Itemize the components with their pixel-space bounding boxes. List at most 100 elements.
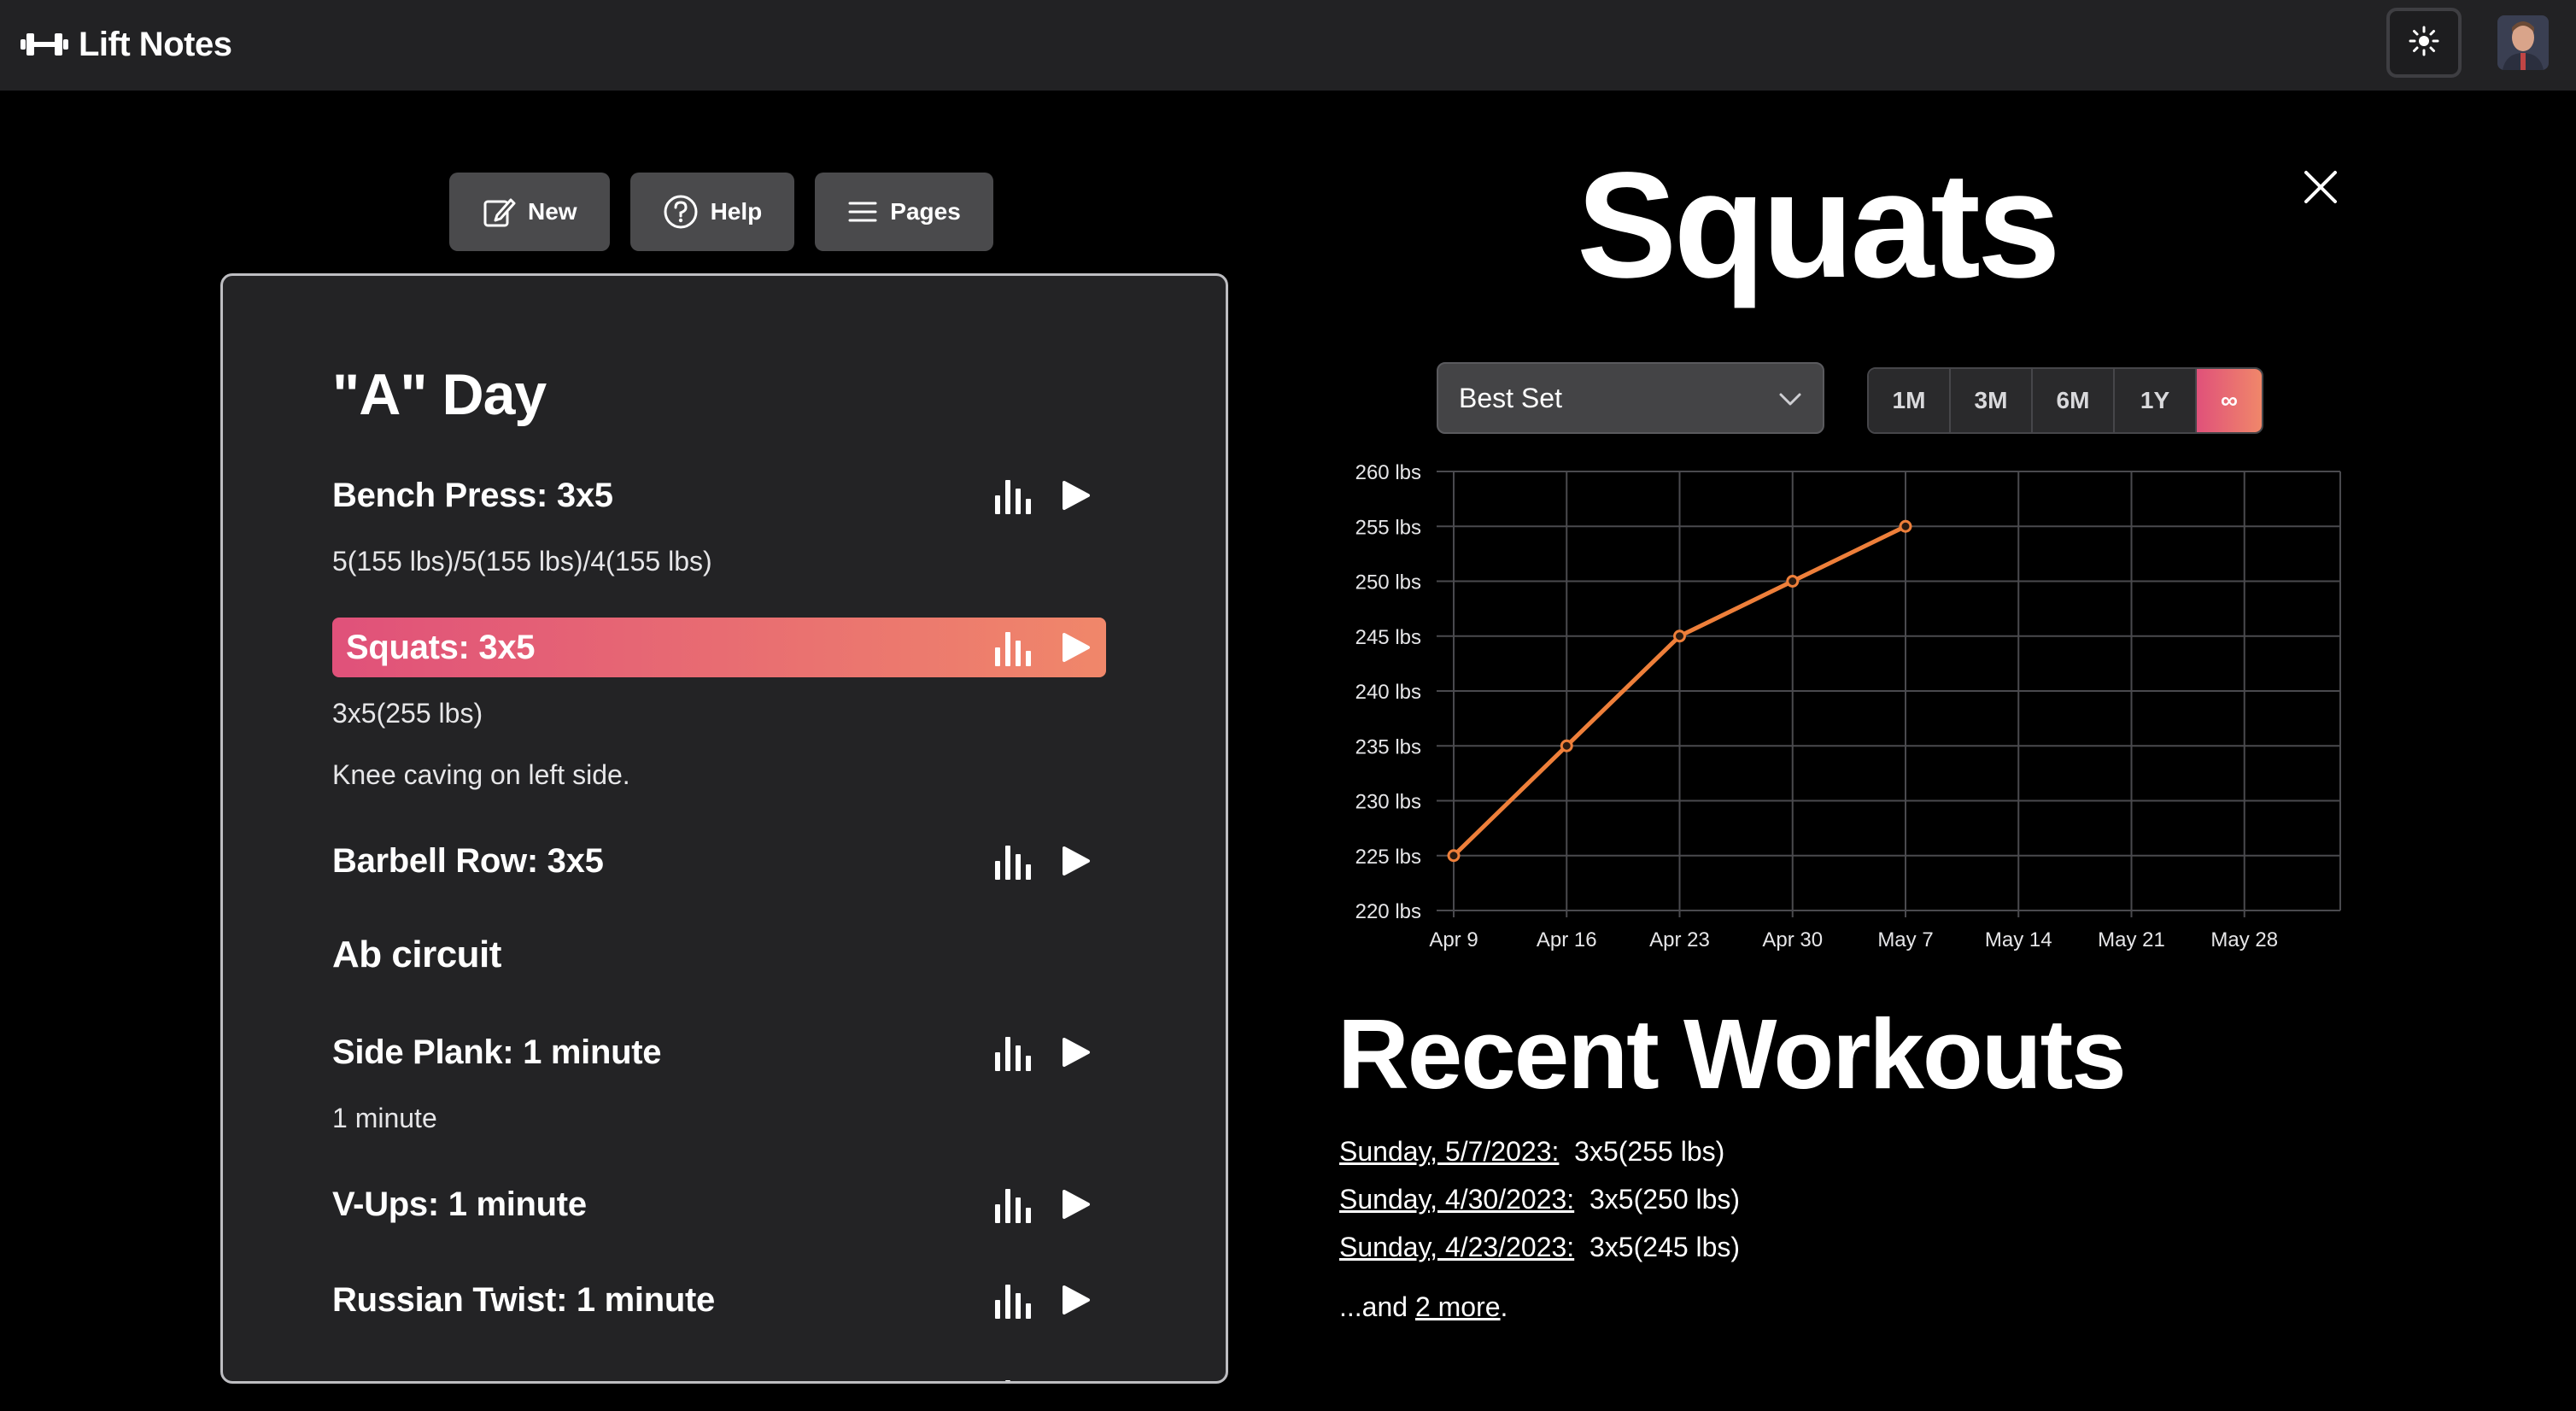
edit-icon (482, 195, 516, 229)
theme-toggle-button[interactable] (2386, 8, 2462, 78)
play-icon[interactable] (1062, 632, 1091, 663)
chevron-down-icon (1778, 383, 1802, 414)
y-tick-label: 240 lbs (1355, 681, 1421, 704)
range-1m-button[interactable]: 1M (1869, 369, 1951, 432)
x-tick-label: Apr 16 (1537, 928, 1597, 951)
workout-date-link[interactable]: Sunday, 4/30/2023: (1339, 1184, 1574, 1215)
section-heading: Ab circuit (332, 934, 501, 975)
recent-workouts-title: Recent Workouts (1338, 998, 2127, 1109)
exercise-label: Squats: 3x5 (346, 628, 536, 666)
more-workouts-link[interactable]: 2 more (1415, 1291, 1501, 1322)
range-1y-button[interactable]: 1Y (2115, 369, 2197, 432)
pages-button[interactable]: Pages (815, 173, 993, 251)
bar-chart-icon[interactable] (995, 1377, 1031, 1381)
exercise-result: 3x5(255 lbs) (332, 698, 483, 729)
exercise-label: Barbell Row: 3x5 (332, 841, 604, 880)
exercise-row[interactable]: Barbell Row: 3x5 (332, 831, 1106, 891)
range-6m-button[interactable]: 6M (2033, 369, 2115, 432)
workout-date-link[interactable]: Sunday, 5/7/2023: (1339, 1136, 1559, 1167)
bar-chart-icon[interactable] (995, 1186, 1031, 1223)
recent-workout-row: Sunday, 4/23/2023: 3x5(245 lbs) (1339, 1232, 1740, 1263)
exercise-row[interactable]: Russian Twist: 1 minute (332, 1270, 1106, 1330)
more-prefix: ...and (1339, 1291, 1415, 1322)
metric-select[interactable]: Best Set (1437, 362, 1824, 434)
y-tick-label: 245 lbs (1355, 626, 1421, 649)
close-icon (2301, 171, 2340, 210)
exercise-row[interactable]: V-Ups: 1 minute (332, 1174, 1106, 1234)
y-tick-label: 255 lbs (1355, 516, 1421, 539)
exercise-note: Knee caving on left side. (332, 759, 630, 790)
app-name: Lift Notes (79, 25, 232, 63)
x-tick-label: Apr 9 (1429, 928, 1478, 951)
play-icon[interactable] (1062, 1285, 1091, 1315)
range-all-button[interactable]: ∞ (2197, 369, 2262, 432)
time-range-selector: 1M 3M 6M 1Y ∞ (1867, 367, 2263, 434)
bar-chart-icon[interactable] (995, 1281, 1031, 1319)
more-workouts: ...and 2 more. (1339, 1291, 1508, 1323)
app-brand[interactable]: Lift Notes (20, 19, 232, 70)
range-3m-button[interactable]: 3M (1951, 369, 2033, 432)
menu-icon (847, 199, 878, 225)
top-bar: Lift Notes (0, 0, 2576, 91)
play-icon[interactable] (1062, 1189, 1091, 1220)
bar-chart-icon[interactable] (995, 477, 1031, 514)
exercise-label: Side Plank: 1 minute (332, 1033, 662, 1071)
play-icon[interactable] (1062, 1380, 1091, 1381)
recent-workout-row: Sunday, 5/7/2023: 3x5(255 lbs) (1339, 1136, 1724, 1168)
play-icon[interactable] (1062, 846, 1091, 876)
play-icon[interactable] (1062, 1037, 1091, 1068)
recent-workout-row: Sunday, 4/30/2023: 3x5(250 lbs) (1339, 1184, 1740, 1215)
exercise-title: Squats (1577, 142, 2061, 309)
avatar[interactable] (2497, 15, 2549, 70)
exercise-row[interactable]: Side Plank: 1 minute (332, 1022, 1106, 1082)
exercise-label: Bench Press: 3x5 (332, 476, 613, 514)
x-tick-label: May 28 (2210, 928, 2278, 951)
data-point (1899, 519, 1912, 533)
bar-chart-icon[interactable] (995, 1033, 1031, 1071)
help-button-label: Help (710, 198, 763, 225)
data-point (1673, 629, 1686, 643)
data-point (1560, 739, 1573, 752)
pages-button-label: Pages (890, 198, 961, 225)
metric-select-value: Best Set (1459, 382, 1562, 413)
more-suffix: . (1500, 1291, 1508, 1322)
dumbbell-icon (20, 31, 68, 58)
new-button-label: New (528, 198, 577, 225)
exercise-row-clipped[interactable] (332, 1366, 1106, 1381)
sun-icon (2409, 26, 2439, 61)
x-tick-label: Apr 30 (1762, 928, 1823, 951)
x-tick-label: Apr 23 (1649, 928, 1710, 951)
progress-chart: 220 lbs 225 lbs 230 lbs 235 lbs 240 lbs 245 l… (1355, 461, 2341, 951)
y-tick-label: 250 lbs (1355, 571, 1421, 594)
day-heading: "A" Day (332, 362, 547, 427)
workout-date-link[interactable]: Sunday, 4/23/2023: (1339, 1232, 1574, 1262)
play-icon[interactable] (1062, 480, 1091, 511)
bar-chart-icon[interactable] (995, 842, 1031, 880)
data-point (1786, 575, 1800, 588)
exercise-result: 1 minute (332, 1103, 437, 1133)
notes-panel[interactable]: "A" Day Bench Press: 3x5 5(155 lbs)/5(15… (220, 273, 1228, 1384)
help-button[interactable]: Help (629, 173, 795, 251)
x-tick-label: May 14 (1985, 928, 2052, 951)
x-tick-label: May 7 (1877, 928, 1933, 951)
y-tick-label: 220 lbs (1355, 900, 1421, 923)
exercise-row-selected[interactable]: Squats: 3x5 (332, 618, 1106, 677)
y-tick-label: 225 lbs (1355, 846, 1421, 869)
workout-value: 3x5(255 lbs) (1574, 1136, 1725, 1167)
y-tick-label: 230 lbs (1355, 791, 1421, 814)
new-button[interactable]: New (449, 173, 610, 251)
exercise-row[interactable]: Bench Press: 3x5 (332, 465, 1106, 525)
data-point (1447, 849, 1461, 863)
bar-chart-icon[interactable] (995, 629, 1031, 666)
notes-toolbar: New Help Pages (449, 173, 993, 251)
y-tick-label: 260 lbs (1355, 461, 1421, 484)
exercise-label: Russian Twist: 1 minute (332, 1280, 715, 1319)
close-button[interactable] (2301, 167, 2340, 207)
workout-value: 3x5(250 lbs) (1589, 1184, 1741, 1215)
x-tick-label: May 21 (2098, 928, 2165, 951)
workout-value: 3x5(245 lbs) (1589, 1232, 1741, 1262)
y-tick-label: 235 lbs (1355, 735, 1421, 758)
exercise-label: V-Ups: 1 minute (332, 1185, 587, 1223)
exercise-result: 5(155 lbs)/5(155 lbs)/4(155 lbs) (332, 546, 712, 577)
help-circle-icon (663, 194, 699, 230)
